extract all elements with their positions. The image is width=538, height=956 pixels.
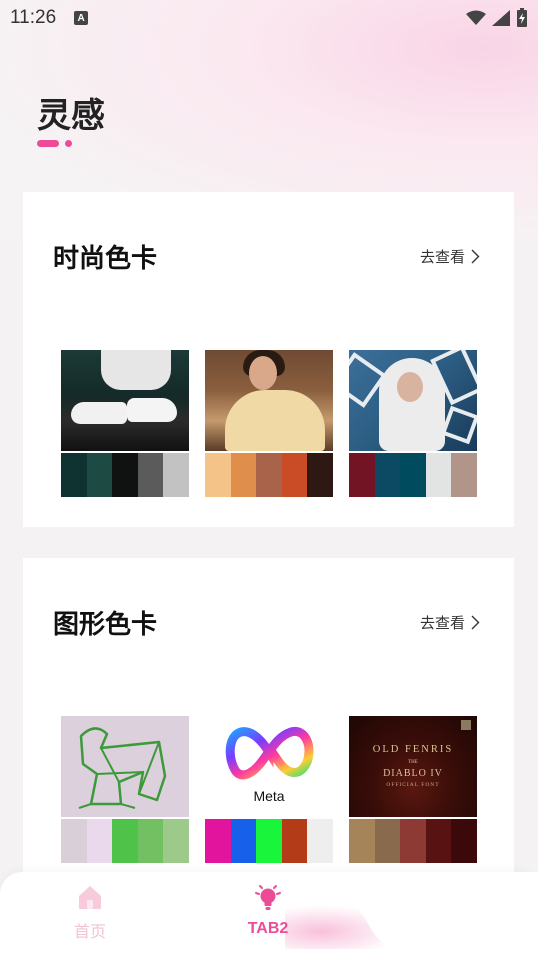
notification-icon: A	[74, 11, 89, 25]
view-more-label: 去查看	[419, 248, 465, 266]
color-swatch	[400, 819, 426, 863]
title-accent-dash	[37, 140, 59, 147]
color-swatch	[281, 819, 308, 863]
color-swatch	[205, 453, 231, 497]
status-bar: 11:26 A	[0, 0, 538, 36]
palette-card[interactable]: Meta	[205, 716, 333, 863]
white-hood-photo	[349, 350, 477, 451]
diablo-font-poster: OLD FENRIS THE DIABLO IV OFFICIAL FONT	[349, 716, 477, 817]
poster-line: OFFICIAL FONT	[386, 782, 440, 788]
palette-list	[61, 350, 477, 497]
view-more-link[interactable]: 去查看	[420, 246, 480, 267]
view-more-link[interactable]: 去查看	[420, 612, 480, 633]
color-swatch	[425, 819, 452, 863]
battery-icon	[517, 8, 527, 27]
color-swatch	[86, 453, 113, 497]
color-swatch	[374, 453, 401, 497]
home-icon	[79, 886, 101, 909]
poster-line: THE	[408, 760, 418, 765]
palette-card[interactable]	[205, 350, 333, 497]
lightbulb-icon	[255, 885, 281, 910]
page-title: 灵感	[37, 96, 105, 136]
tab-bar-wave-decoration	[314, 872, 538, 956]
status-time: 11:26	[10, 7, 57, 28]
section-card-fashion: 时尚色卡 去查看	[23, 192, 514, 527]
palette-card[interactable]	[349, 350, 477, 497]
color-swatch	[112, 819, 138, 863]
poster-line: DIABLO IV	[383, 768, 443, 779]
color-swatch	[61, 819, 87, 863]
palette-card[interactable]	[61, 350, 189, 497]
color-swatch	[425, 453, 452, 497]
color-swatch	[61, 453, 87, 497]
color-swatch	[205, 819, 231, 863]
color-swatches	[61, 819, 189, 863]
color-swatch	[163, 453, 189, 497]
meta-logo: Meta	[205, 716, 333, 817]
palette-card[interactable]	[61, 716, 189, 863]
color-swatch	[256, 819, 282, 863]
color-swatch	[137, 819, 164, 863]
color-swatch	[451, 819, 477, 863]
color-swatches	[349, 819, 477, 863]
color-swatches	[61, 453, 189, 497]
section-title: 时尚色卡	[53, 244, 158, 274]
color-swatch	[230, 819, 257, 863]
poster-line: OLD FENRIS	[372, 744, 454, 755]
color-swatches	[349, 453, 477, 497]
palette-card[interactable]: OLD FENRIS THE DIABLO IV OFFICIAL FONT	[349, 716, 477, 863]
color-swatches	[205, 453, 333, 497]
section-card-graphic: 图形色卡 去查看 Meta OLD FENRIS THE DIABLO IV O…	[23, 558, 514, 898]
meta-wordmark: Meta	[253, 788, 285, 804]
color-swatch	[230, 453, 257, 497]
color-swatch	[256, 453, 282, 497]
wifi-icon	[466, 10, 486, 25]
palette-list: Meta OLD FENRIS THE DIABLO IV OFFICIAL F…	[61, 716, 477, 863]
tab-home[interactable]: 首页	[40, 884, 140, 942]
corner-badge	[461, 720, 471, 730]
view-more-label: 去查看	[419, 614, 465, 632]
sneakers-photo	[61, 350, 189, 451]
section-title: 图形色卡	[53, 610, 158, 640]
color-swatch	[112, 453, 138, 497]
title-accent-dot	[65, 140, 72, 147]
line-figure-illustration	[61, 716, 189, 817]
color-swatch	[86, 819, 113, 863]
color-swatch	[374, 819, 401, 863]
status-indicators	[466, 8, 528, 28]
color-swatch	[281, 453, 308, 497]
signal-icon	[492, 10, 510, 26]
chevron-right-icon	[471, 249, 480, 264]
color-swatches	[205, 819, 333, 863]
color-swatch	[307, 453, 333, 497]
color-swatch	[400, 453, 426, 497]
color-swatch	[349, 819, 375, 863]
chevron-right-icon	[471, 615, 480, 630]
color-swatch	[137, 453, 164, 497]
woman-robe-photo	[205, 350, 333, 451]
color-swatch	[349, 453, 375, 497]
color-swatch	[451, 453, 477, 497]
tab-label: 首页	[73, 922, 106, 941]
color-swatch	[307, 819, 333, 863]
color-swatch	[163, 819, 189, 863]
